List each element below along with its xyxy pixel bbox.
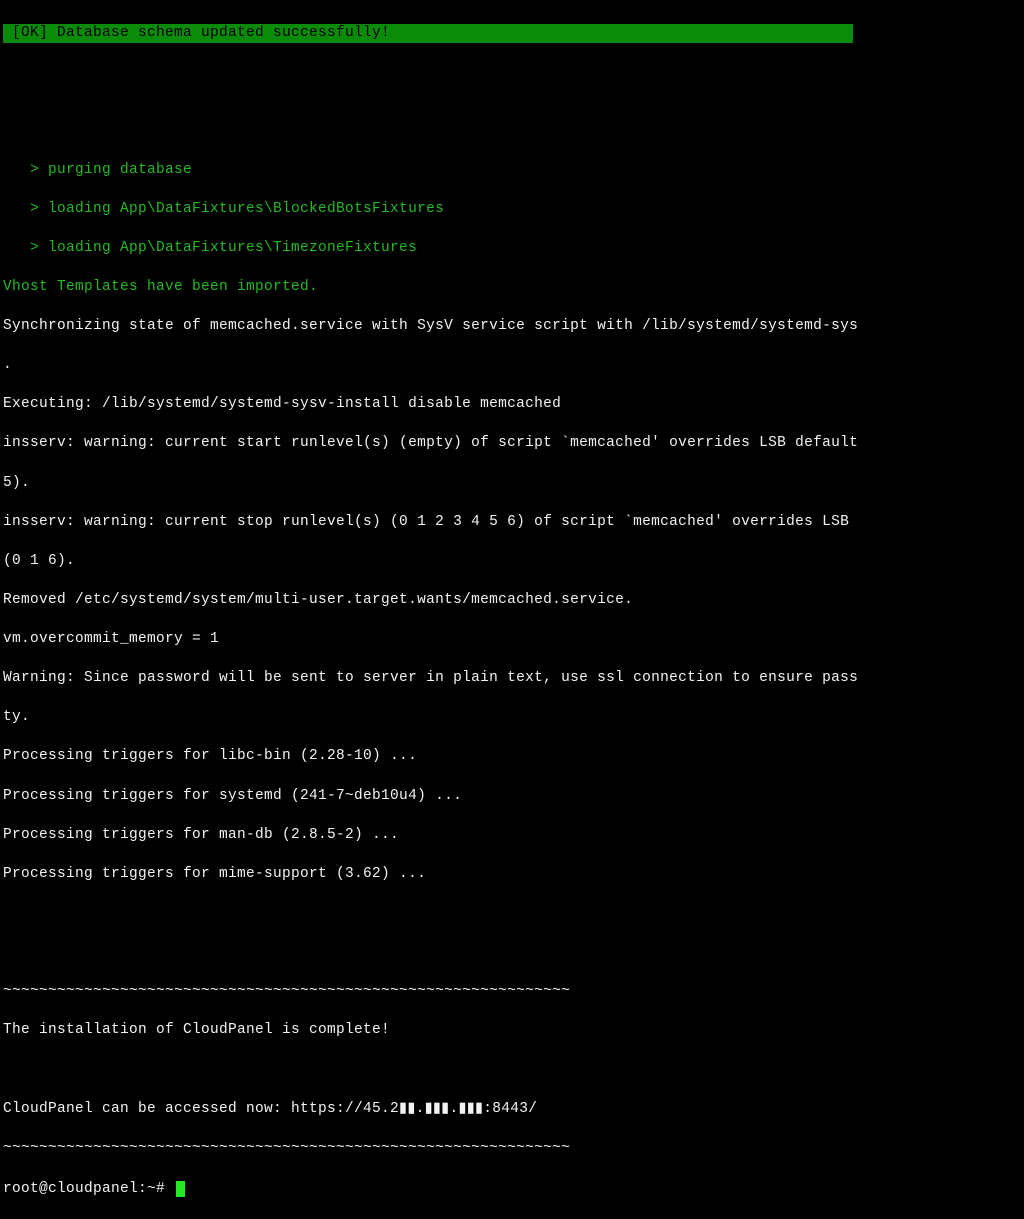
fixture-line: > loading App\DataFixtures\TimezoneFixtu… bbox=[3, 239, 1021, 259]
output-line: Processing triggers for mime-support (3.… bbox=[3, 865, 1021, 885]
fixture-line: > loading App\DataFixtures\BlockedBotsFi… bbox=[3, 200, 1021, 220]
blank-line bbox=[3, 82, 1021, 102]
cursor-icon bbox=[176, 1181, 185, 1197]
status-banner: [OK] Database schema updated successfull… bbox=[3, 24, 853, 44]
output-line: (0 1 6). bbox=[3, 552, 1021, 572]
output-line: insserv: warning: current stop runlevel(… bbox=[3, 513, 1021, 533]
output-line: 5). bbox=[3, 474, 1021, 494]
divider-line: ~~~~~~~~~~~~~~~~~~~~~~~~~~~~~~~~~~~~~~~~… bbox=[3, 982, 1021, 1002]
output-line: Warning: Since password will be sent to … bbox=[3, 669, 1021, 689]
blank-line bbox=[3, 943, 1021, 963]
output-line: Processing triggers for libc-bin (2.28-1… bbox=[3, 747, 1021, 767]
vhost-imported-line: Vhost Templates have been imported. bbox=[3, 278, 1021, 298]
blank-line bbox=[3, 43, 1021, 63]
blank-line bbox=[3, 904, 1021, 924]
output-line: ty. bbox=[3, 708, 1021, 728]
output-line: insserv: warning: current start runlevel… bbox=[3, 434, 1021, 454]
divider-line: ~~~~~~~~~~~~~~~~~~~~~~~~~~~~~~~~~~~~~~~~… bbox=[3, 1139, 1021, 1159]
shell-prompt[interactable]: root@cloudpanel:~# bbox=[3, 1180, 1021, 1200]
completion-message: The installation of CloudPanel is comple… bbox=[3, 1021, 1021, 1041]
output-line: Executing: /lib/systemd/systemd-sysv-ins… bbox=[3, 395, 1021, 415]
output-line: Processing triggers for systemd (241-7~d… bbox=[3, 787, 1021, 807]
blank-line bbox=[3, 1060, 1021, 1080]
output-line: Synchronizing state of memcached.service… bbox=[3, 317, 1021, 337]
output-line: Processing triggers for man-db (2.8.5-2)… bbox=[3, 826, 1021, 846]
access-url-line: CloudPanel can be accessed now: https://… bbox=[3, 1100, 1021, 1120]
prompt-text: root@cloudpanel:~# bbox=[3, 1181, 174, 1197]
output-line: Removed /etc/systemd/system/multi-user.t… bbox=[3, 591, 1021, 611]
terminal-output[interactable]: [OK] Database schema updated successfull… bbox=[3, 4, 1021, 1219]
output-line: vm.overcommit_memory = 1 bbox=[3, 630, 1021, 650]
fixture-line: > purging database bbox=[3, 161, 1021, 181]
blank-line bbox=[3, 121, 1021, 141]
output-line: . bbox=[3, 356, 1021, 376]
